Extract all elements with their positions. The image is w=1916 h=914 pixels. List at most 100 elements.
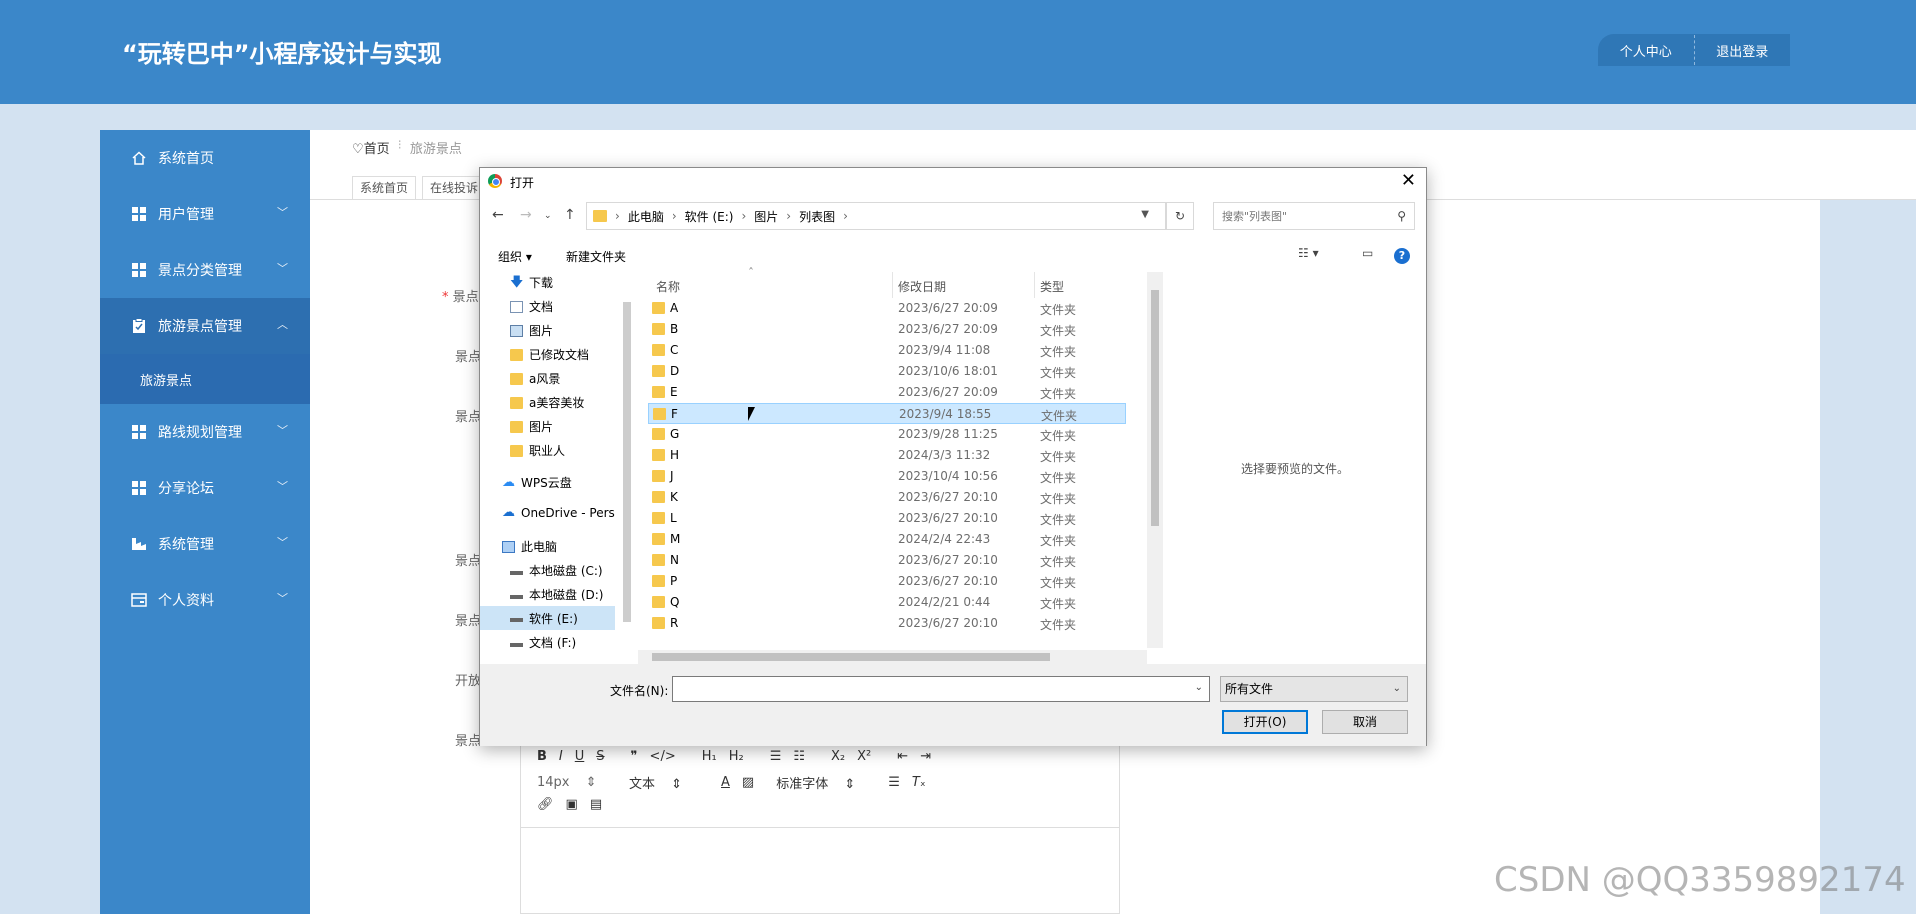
filename-input[interactable]: ⌄ [672,676,1210,702]
path-segment[interactable]: 软件 (E:) [685,208,734,225]
cancel-button[interactable]: 取消 [1322,710,1408,734]
bullet-list-icon[interactable]: ☷ [793,749,805,764]
new-folder-button[interactable]: 新建文件夹 [566,248,626,265]
heading2-icon[interactable]: H₂ [729,749,744,764]
underline-icon[interactable]: U [575,749,585,764]
list-item[interactable]: K 2023/6/27 20:10 文件夹 [648,487,1126,508]
nav-item-drive-c[interactable]: 本地磁盘 (C:) [510,562,603,579]
tab-home[interactable]: 系统首页 [352,176,417,200]
list-item[interactable]: L 2023/6/27 20:10 文件夹 [648,508,1126,529]
chevron-down-icon[interactable]: ⌄ [1195,682,1203,693]
list-item[interactable]: A 2023/6/27 20:09 文件夹 [648,298,1126,319]
nav-item-folder[interactable]: 图片 [510,418,553,435]
italic-icon[interactable]: I [559,749,563,764]
code-icon[interactable]: </> [650,749,676,764]
scroll-thumb[interactable] [652,653,1050,661]
nav-item-folder[interactable]: a风景 [510,370,560,387]
open-button[interactable]: 打开(O) [1222,710,1308,734]
refresh-button[interactable]: ↻ [1166,202,1194,230]
video-icon[interactable]: ▤ [590,797,602,812]
search-input[interactable]: 搜索"列表图" ⚲ [1213,202,1415,230]
nav-item-drive-d[interactable]: 本地磁盘 (D:) [510,586,603,603]
scroll-thumb[interactable] [1151,290,1159,526]
nav-item-folder[interactable]: a美容美妆 [510,394,584,411]
font-family-select[interactable]: 标准字体 ⇕ [776,773,876,792]
image-icon[interactable]: ▣ [566,797,578,812]
align-icon[interactable]: ☰ [888,775,900,790]
organize-menu[interactable]: 组织 ▾ [498,248,532,265]
nav-item-downloads[interactable]: 🡇下载📌︎ [510,274,553,291]
sidebar-item-users[interactable]: 用户管理 ﹀ [100,186,310,242]
nav-item-modified-docs[interactable]: 已修改文档📌︎ [510,346,589,363]
list-item[interactable]: M 2024/2/4 22:43 文件夹 [648,529,1126,550]
list-item[interactable]: P 2023/6/27 20:10 文件夹 [648,571,1126,592]
preview-pane-icon[interactable]: ▭ [1362,246,1373,260]
tab-complaints[interactable]: 在线投诉 [422,176,487,200]
sidebar-item-scenic-management[interactable]: 旅游景点管理 ︿ [100,298,310,354]
list-item[interactable]: N 2023/6/27 20:10 文件夹 [648,550,1126,571]
file-list-vertical-scrollbar[interactable] [1147,272,1163,648]
column-date[interactable]: 修改日期 [898,278,946,295]
list-item[interactable]: C 2023/9/4 11:08 文件夹 [648,340,1126,361]
quote-icon[interactable]: ❞ [631,749,638,764]
superscript-icon[interactable]: X² [857,749,871,764]
path-segment[interactable]: 图片 [754,208,778,225]
nav-item-documents[interactable]: 文档📌︎ [510,298,553,315]
sidebar-item-profile[interactable]: 个人资料 ﹀ [100,572,310,628]
list-item[interactable]: D 2023/10/6 18:01 文件夹 [648,361,1126,382]
nav-item-drive-e[interactable]: 软件 (E:) [480,606,615,630]
nav-item-onedrive[interactable]: ☁ OneDrive - Pers [502,506,615,520]
font-color-icon[interactable]: A [721,775,730,790]
sidebar-subitem-scenic-spots[interactable]: 旅游景点 [100,354,310,404]
ordered-list-icon[interactable]: ☰ [770,749,782,764]
address-bar[interactable]: › 此电脑 › 软件 (E:) › 图片 › 列表图 › ▼ [586,202,1166,230]
block-format-select[interactable]: 文本 ⇕ [629,773,709,792]
logout-button[interactable]: 退出登录 [1695,41,1791,60]
navigation-scrollbar[interactable] [620,272,634,662]
file-list-horizontal-scrollbar[interactable] [638,650,1147,664]
indent-icon[interactable]: ⇥ [920,749,931,764]
list-item[interactable]: G 2023/9/28 11:25 文件夹 [648,424,1126,445]
sidebar-item-scenic-category[interactable]: 景点分类管理 ﹀ [100,242,310,298]
outdent-icon[interactable]: ⇤ [897,749,908,764]
breadcrumb-home[interactable]: ♡首页 [352,138,390,157]
scroll-thumb[interactable] [623,302,631,622]
subscript-icon[interactable]: X₂ [831,749,845,764]
highlight-icon[interactable]: ▨ [742,775,754,790]
nav-item-wps-cloud[interactable]: ☁ WPS云盘 [502,474,572,491]
column-name[interactable]: 名称 [656,278,680,295]
heading1-icon[interactable]: H₁ [702,749,717,764]
view-options-icon[interactable]: ☷ ▾ [1298,246,1319,260]
list-item[interactable]: Q 2024/2/21 0:44 文件夹 [648,592,1126,613]
clear-format-icon[interactable]: Tₓ [912,775,926,790]
list-item[interactable]: B 2023/6/27 20:09 文件夹 [648,319,1126,340]
sidebar-item-route-planning[interactable]: 路线规划管理 ﹀ [100,404,310,460]
nav-item-drive-f[interactable]: 文档 (F:) [510,634,576,651]
help-icon[interactable]: ? [1394,248,1410,264]
personal-center-button[interactable]: 个人中心 [1598,41,1694,60]
nav-item-pictures[interactable]: 图片📌︎ [510,322,553,339]
path-segment[interactable]: 列表图 [799,208,835,225]
nav-item-this-pc[interactable]: 此电脑 [502,538,557,555]
recent-chevron-icon[interactable]: ⌄ [544,211,552,221]
back-arrow-icon[interactable]: ← [492,207,504,223]
column-type[interactable]: 类型 [1040,278,1064,295]
sidebar-item-system[interactable]: 系统管理 ﹀ [100,516,310,572]
strikethrough-icon[interactable]: S [596,749,604,764]
close-icon[interactable]: ✕ [1401,170,1416,191]
font-size-select[interactable]: 14px ⇕ [537,775,617,790]
list-item[interactable]: J 2023/10/4 10:56 文件夹 [648,466,1126,487]
link-icon[interactable]: 🔗︎ [537,797,554,812]
chevron-down-icon[interactable]: ▼ [1141,209,1149,220]
path-segment[interactable]: 此电脑 [628,208,664,225]
sidebar-item-forum[interactable]: 分享论坛 ﹀ [100,460,310,516]
forward-arrow-icon[interactable]: → [520,207,532,223]
list-item[interactable]: R 2023/6/27 20:10 文件夹 [648,613,1126,634]
list-item-selected[interactable]: F 2023/9/4 18:55 文件夹 [648,403,1126,424]
list-item[interactable]: E 2023/6/27 20:09 文件夹 [648,382,1126,403]
up-arrow-icon[interactable]: ↑ [564,207,576,223]
bold-icon[interactable]: B [537,749,547,764]
filetype-select[interactable]: 所有文件 ⌄ [1220,676,1408,702]
nav-item-folder[interactable]: 职业人 [510,442,565,459]
sidebar-item-home[interactable]: 系统首页 [100,130,310,186]
